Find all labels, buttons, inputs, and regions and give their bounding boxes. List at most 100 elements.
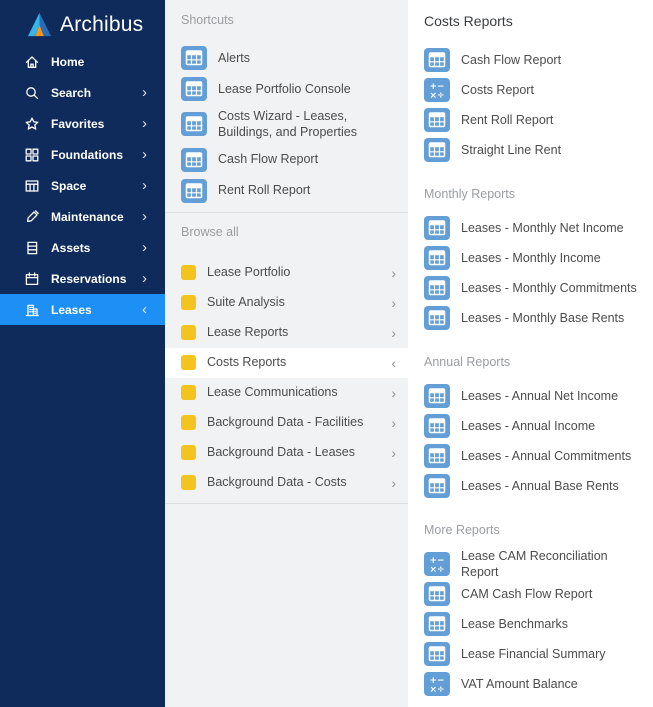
table-report-icon (424, 384, 450, 408)
folder-icon (181, 415, 196, 430)
report-item-leases-annual-base-rents[interactable]: Leases - Annual Base Rents (408, 471, 653, 501)
report-list: +−×÷Lease CAM Reconciliation Report CAM C… (408, 549, 653, 699)
search-icon (24, 84, 41, 101)
report-item-label: Leases - Annual Base Rents (461, 478, 619, 494)
report-item-costs-report[interactable]: +−×÷Costs Report (408, 75, 653, 105)
sidebar-item-reservations[interactable]: Reservations› (0, 263, 165, 294)
report-item-leases-monthly-commitments[interactable]: Leases - Monthly Commitments (408, 273, 653, 303)
browse-item-background-data-facilities[interactable]: Background Data - Facilities› (165, 408, 408, 438)
report-section-header-more-reports: More Reports (408, 501, 653, 537)
browse-item-lease-reports[interactable]: Lease Reports› (165, 318, 408, 348)
report-section-header-annual-reports: Annual Reports (408, 333, 653, 369)
calculator-icon: +−×÷ (424, 78, 450, 102)
star-icon (24, 115, 41, 132)
shortcut-list: Alerts Lease Portfolio Console Costs Wizar… (165, 44, 408, 205)
chevron-right-icon: › (391, 476, 396, 490)
report-item-label: CAM Cash Flow Report (461, 586, 592, 602)
browse-item-suite-analysis[interactable]: Suite Analysis› (165, 288, 408, 318)
report-item-leases-annual-net-income[interactable]: Leases - Annual Net Income (408, 381, 653, 411)
table-report-icon (424, 444, 450, 468)
shortcut-item-label: Rent Roll Report (218, 182, 310, 198)
table-report-icon (424, 246, 450, 270)
brand-name: Archibus (60, 13, 143, 37)
report-item-label: Leases - Annual Net Income (461, 388, 618, 404)
svg-text:×÷: ×÷ (429, 91, 444, 101)
shortcut-item-cash-flow-report[interactable]: Cash Flow Report (165, 146, 408, 174)
report-item-rent-roll-report[interactable]: Rent Roll Report (408, 105, 653, 135)
sidebar-item-leases[interactable]: Leases‹ (0, 294, 165, 325)
sidebar-item-label: Reservations (51, 272, 142, 286)
browse-item-lease-communications[interactable]: Lease Communications› (165, 378, 408, 408)
sidebar-item-maintenance[interactable]: Maintenance› (0, 201, 165, 232)
browse-item-background-data-costs[interactable]: Background Data - Costs› (165, 468, 408, 498)
folder-icon (181, 295, 196, 310)
browse-item-lease-portfolio[interactable]: Lease Portfolio› (165, 258, 408, 288)
table-report-icon (424, 216, 450, 240)
sidebar-item-home[interactable]: Home (0, 46, 165, 77)
report-item-cash-flow-report[interactable]: Cash Flow Report (408, 45, 653, 75)
folder-icon (181, 475, 196, 490)
table-report-icon (181, 148, 207, 172)
chevron-right-icon: › (142, 178, 153, 193)
report-item-leases-monthly-income[interactable]: Leases - Monthly Income (408, 243, 653, 273)
table-report-icon (424, 138, 450, 162)
sidebar-item-foundations[interactable]: Foundations› (0, 139, 165, 170)
folder-icon (181, 385, 196, 400)
shortcut-item-label: Lease Portfolio Console (218, 81, 351, 97)
chevron-right-icon: › (391, 386, 396, 400)
shortcut-item-rent-roll-report[interactable]: Rent Roll Report (165, 177, 408, 205)
table-report-icon (424, 582, 450, 606)
browse-list: Lease Portfolio›Suite Analysis›Lease Rep… (165, 258, 408, 498)
table-report-icon (424, 474, 450, 498)
sidebar-item-label: Home (51, 55, 153, 69)
browse-item-label: Lease Reports (207, 324, 380, 340)
browse-item-background-data-leases[interactable]: Background Data - Leases› (165, 438, 408, 468)
report-item-label: Leases - Monthly Base Rents (461, 310, 624, 326)
svg-text:×÷: ×÷ (429, 565, 444, 575)
shortcut-item-alerts[interactable]: Alerts (165, 44, 408, 72)
table-report-icon (181, 179, 207, 203)
report-item-cam-cash-flow-report[interactable]: CAM Cash Flow Report (408, 579, 653, 609)
table-report-icon (424, 414, 450, 438)
report-item-lease-financial-summary[interactable]: Lease Financial Summary (408, 639, 653, 669)
report-item-lease-cam-reconciliation-report[interactable]: +−×÷Lease CAM Reconciliation Report (408, 549, 653, 579)
folder-icon (181, 325, 196, 340)
report-item-label: Straight Line Rent (461, 142, 561, 158)
svg-text:×÷: ×÷ (429, 685, 444, 695)
section-divider-bottom (165, 503, 408, 504)
table-report-icon (424, 612, 450, 636)
browse-item-costs-reports[interactable]: Costs Reports‹ (165, 348, 408, 378)
report-item-vat-amount-balance[interactable]: +−×÷VAT Amount Balance (408, 669, 653, 699)
report-item-leases-monthly-net-income[interactable]: Leases - Monthly Net Income (408, 213, 653, 243)
sidebar-item-favorites[interactable]: Favorites› (0, 108, 165, 139)
shortcut-item-costs-wizard-leases-buildings-and-properties[interactable]: Costs Wizard - Leases, Buildings, and Pr… (165, 106, 408, 143)
report-section-header-monthly-reports: Monthly Reports (408, 165, 653, 201)
chevron-right-icon: › (142, 240, 153, 255)
shortcut-item-label: Cash Flow Report (218, 151, 318, 167)
report-item-leases-annual-income[interactable]: Leases - Annual Income (408, 411, 653, 441)
sidebar-item-assets[interactable]: Assets› (0, 232, 165, 263)
report-item-label: Leases - Monthly Commitments (461, 280, 637, 296)
sidebar-item-label: Maintenance (51, 210, 142, 224)
report-list: Leases - Annual Net Income Leases - Annua… (408, 381, 653, 501)
reports-panel: Costs Reports Cash Flow Report+−×÷Costs … (408, 0, 653, 707)
shortcut-item-lease-portfolio-console[interactable]: Lease Portfolio Console (165, 75, 408, 103)
folder-icon (181, 265, 196, 280)
report-item-leases-monthly-base-rents[interactable]: Leases - Monthly Base Rents (408, 303, 653, 333)
chevron-right-icon: › (391, 296, 396, 310)
table-report-icon (424, 48, 450, 72)
brand[interactable]: Archibus (0, 0, 165, 40)
report-item-lease-benchmarks[interactable]: Lease Benchmarks (408, 609, 653, 639)
sidebar-item-label: Search (51, 86, 142, 100)
report-item-label: Cash Flow Report (461, 52, 561, 68)
sidebar-item-space[interactable]: Space› (0, 170, 165, 201)
sidebar-item-search[interactable]: Search› (0, 77, 165, 108)
sidebar-item-label: Leases (51, 303, 142, 317)
table-report-icon (181, 77, 207, 101)
report-item-straight-line-rent[interactable]: Straight Line Rent (408, 135, 653, 165)
chevron-left-icon: ‹ (391, 356, 396, 370)
folder-icon (181, 355, 196, 370)
chevron-right-icon: › (142, 85, 153, 100)
report-item-leases-annual-commitments[interactable]: Leases - Annual Commitments (408, 441, 653, 471)
report-item-label: Leases - Monthly Income (461, 250, 601, 266)
